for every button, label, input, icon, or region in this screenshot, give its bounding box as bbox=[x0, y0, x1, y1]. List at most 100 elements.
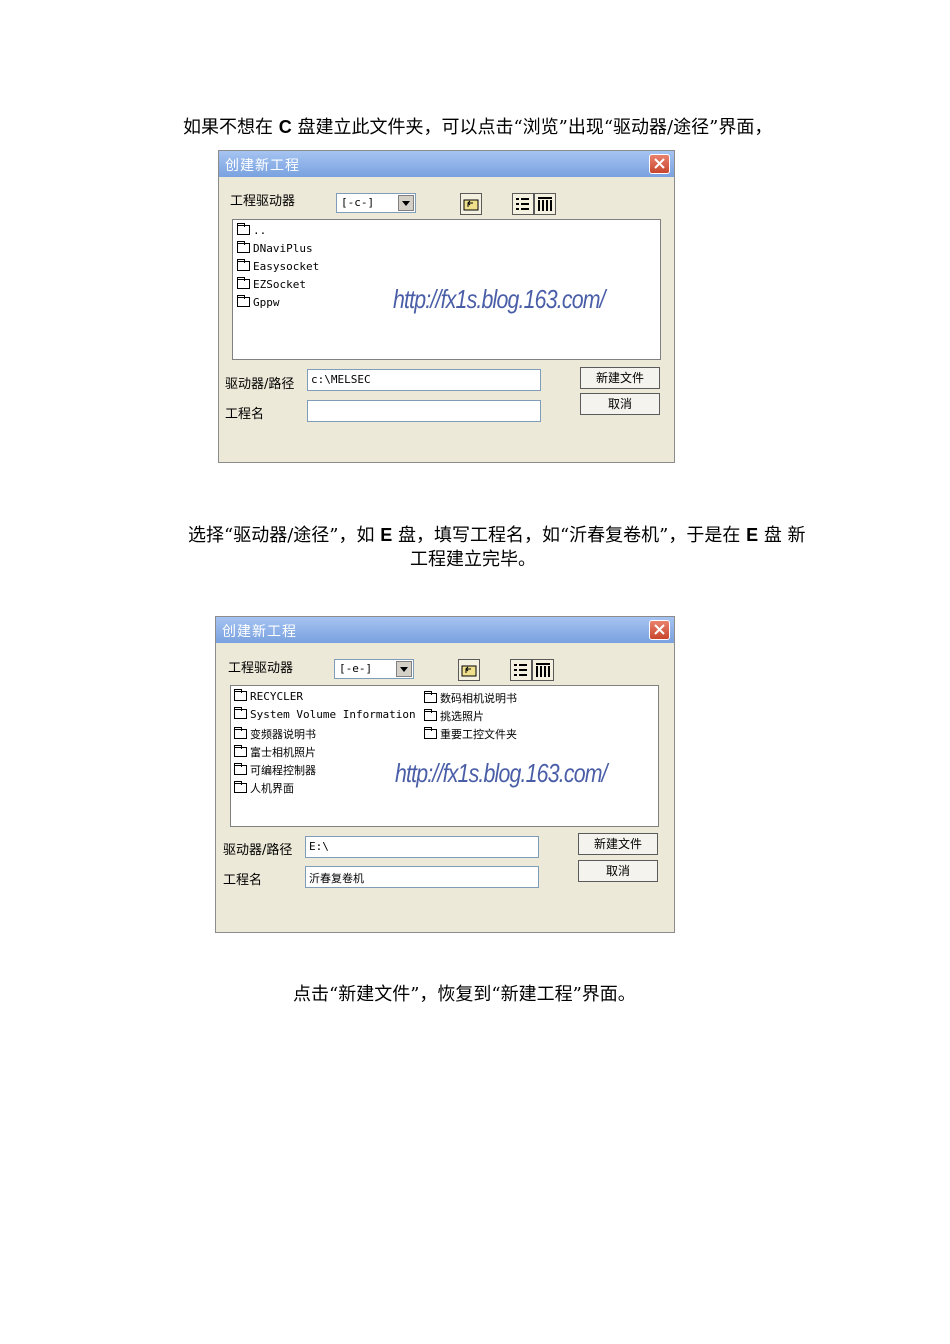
list-item[interactable]: System Volume Information bbox=[234, 707, 416, 721]
paragraph-browse-intro: 如果不想在 C 盘建立此文件夹，可以点击“浏览”出现“驱动器/途径”界面， bbox=[183, 115, 772, 140]
list-view-icon bbox=[516, 198, 529, 210]
folder-icon bbox=[237, 241, 250, 253]
folder-icon bbox=[237, 277, 250, 289]
list-view-button[interactable] bbox=[512, 193, 534, 215]
details-view-icon bbox=[538, 197, 552, 211]
folder-name: 挑选照片 bbox=[440, 710, 484, 723]
chevron-down-icon[interactable] bbox=[398, 195, 414, 211]
folder-name: 人机界面 bbox=[250, 782, 294, 795]
folder-name: 变频器说明书 bbox=[250, 728, 316, 741]
paragraph-click-new-file: 点击“新建文件”，恢复到“新建工程”界面。 bbox=[293, 984, 636, 1005]
details-view-button[interactable] bbox=[532, 659, 554, 681]
folder-name: Gppw bbox=[253, 296, 280, 309]
para1-letter: C bbox=[278, 117, 292, 137]
details-view-icon bbox=[536, 663, 550, 677]
folder-icon bbox=[234, 781, 247, 793]
list-item[interactable]: 可编程控制器 bbox=[234, 762, 316, 778]
folder-name: .. bbox=[253, 224, 267, 237]
list-item[interactable]: 挑选照片 bbox=[424, 708, 484, 724]
close-icon bbox=[654, 158, 665, 169]
list-item[interactable]: .. bbox=[237, 223, 267, 237]
folder-icon bbox=[234, 727, 247, 739]
folder-icon bbox=[424, 691, 437, 703]
paragraph-select-drive-line2: 工程建立完毕。 bbox=[410, 549, 536, 570]
project-name-value: 沂春复卷机 bbox=[309, 872, 364, 885]
details-view-button[interactable] bbox=[534, 193, 556, 215]
project-name-field[interactable]: 沂春复卷机 bbox=[305, 866, 539, 888]
project-name-label: 工程名 bbox=[223, 873, 263, 888]
dialog-titlebar[interactable]: 创建新工程 bbox=[219, 151, 674, 177]
drive-select[interactable]: [-e-] bbox=[334, 659, 414, 679]
drive-label: 工程驱动器 bbox=[228, 661, 294, 676]
drive-select-value: [-e-] bbox=[339, 662, 373, 675]
path-field[interactable]: E:\ bbox=[305, 836, 539, 858]
folder-icon bbox=[237, 295, 250, 307]
drive-label: 工程驱动器 bbox=[230, 194, 296, 209]
folder-list[interactable]: .. DNaviPlus Easysocket EZSocket Gppw ht… bbox=[232, 219, 661, 360]
folder-name: System Volume Information bbox=[250, 708, 416, 721]
cancel-button[interactable]: 取消 bbox=[578, 860, 658, 882]
paragraph-select-drive: 选择“驱动器/途径”，如 E 盘，填写工程名，如“沂春复卷机”，于是在 E 盘 … bbox=[188, 523, 806, 548]
folder-list[interactable]: RECYCLER System Volume Information 变频器说明… bbox=[230, 685, 659, 827]
folder-name: 富士相机照片 bbox=[250, 746, 316, 759]
up-folder-button[interactable] bbox=[460, 193, 482, 215]
folder-icon bbox=[234, 689, 247, 701]
folder-name: EZSocket bbox=[253, 278, 306, 291]
folder-icon bbox=[237, 223, 250, 235]
folder-name: 数码相机说明书 bbox=[440, 692, 517, 705]
folder-icon bbox=[234, 707, 247, 719]
list-item[interactable]: 变频器说明书 bbox=[234, 726, 316, 742]
create-project-dialog-e: 创建新工程 工程驱动器 [-e-] RECYCLER System Volume… bbox=[215, 616, 675, 933]
list-item[interactable]: EZSocket bbox=[237, 277, 306, 291]
list-item[interactable]: RECYCLER bbox=[234, 689, 303, 703]
list-view-button[interactable] bbox=[510, 659, 532, 681]
para2-text-b: 盘，填写工程名，如“沂春复卷机”，于是在 bbox=[392, 525, 747, 546]
path-field[interactable]: c:\MELSEC bbox=[307, 369, 541, 391]
up-folder-button[interactable] bbox=[458, 659, 480, 681]
chevron-down-icon[interactable] bbox=[396, 661, 412, 677]
folder-name: RECYCLER bbox=[250, 690, 303, 703]
watermark: http://fx1s.blog.163.com/ bbox=[395, 758, 608, 788]
para2-text-a: 选择“驱动器/途径”，如 bbox=[188, 525, 381, 546]
drive-select[interactable]: [-c-] bbox=[336, 193, 416, 213]
list-item[interactable]: Gppw bbox=[237, 295, 280, 309]
para1-text-a: 如果不想在 bbox=[183, 117, 279, 138]
up-folder-icon bbox=[461, 665, 477, 677]
para2-letter-b: E bbox=[746, 525, 759, 545]
list-item[interactable]: 人机界面 bbox=[234, 780, 294, 796]
drive-select-value: [-c-] bbox=[341, 196, 375, 209]
folder-name: 重要工控文件夹 bbox=[440, 728, 517, 741]
new-file-button[interactable]: 新建文件 bbox=[578, 833, 658, 855]
list-item[interactable]: 重要工控文件夹 bbox=[424, 726, 517, 742]
up-folder-icon bbox=[463, 199, 479, 211]
create-project-dialog-c: 创建新工程 工程驱动器 [-c-] .. DNaviPlus Easysocke… bbox=[218, 150, 675, 463]
project-name-field[interactable] bbox=[307, 400, 541, 422]
folder-name: 可编程控制器 bbox=[250, 764, 316, 777]
new-file-button[interactable]: 新建文件 bbox=[580, 367, 660, 389]
folder-icon bbox=[234, 745, 247, 757]
folder-icon bbox=[424, 727, 437, 739]
folder-icon bbox=[237, 259, 250, 271]
folder-icon bbox=[234, 763, 247, 775]
para1-text-b: 盘建立此文件夹，可以点击“浏览”出现“驱动器/途径”界面， bbox=[291, 117, 773, 138]
close-button[interactable] bbox=[649, 620, 670, 640]
folder-name: Easysocket bbox=[253, 260, 320, 273]
path-label: 驱动器/路径 bbox=[223, 843, 293, 858]
close-button[interactable] bbox=[649, 154, 670, 174]
project-name-label: 工程名 bbox=[225, 407, 265, 422]
path-label: 驱动器/路径 bbox=[225, 377, 295, 392]
watermark: http://fx1s.blog.163.com/ bbox=[393, 284, 606, 314]
folder-icon bbox=[424, 709, 437, 721]
list-item[interactable]: 数码相机说明书 bbox=[424, 690, 517, 706]
list-item[interactable]: DNaviPlus bbox=[237, 241, 313, 255]
close-icon bbox=[654, 624, 665, 635]
list-view-icon bbox=[514, 664, 527, 676]
cancel-button[interactable]: 取消 bbox=[580, 393, 660, 415]
folder-name: DNaviPlus bbox=[253, 242, 313, 255]
dialog-title: 创建新工程 bbox=[225, 158, 300, 174]
list-item[interactable]: 富士相机照片 bbox=[234, 744, 316, 760]
list-item[interactable]: Easysocket bbox=[237, 259, 320, 273]
dialog-titlebar[interactable]: 创建新工程 bbox=[216, 617, 674, 643]
path-value: E:\ bbox=[309, 840, 329, 853]
path-value: c:\MELSEC bbox=[311, 373, 371, 386]
